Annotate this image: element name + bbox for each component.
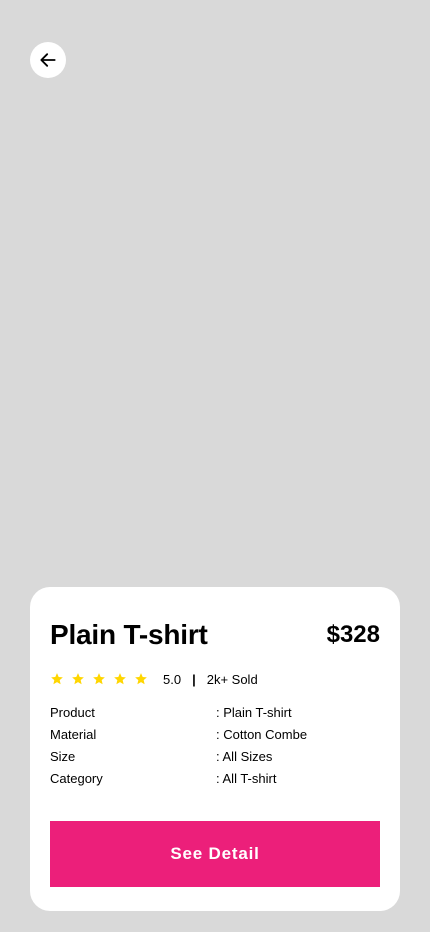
- detail-label: Product: [50, 704, 95, 720]
- detail-row-size: Size : All Sizes: [50, 745, 380, 767]
- rating-row: 5.0 | 2k+ Sold: [50, 669, 258, 689]
- product-price: $328: [326, 621, 380, 648]
- product-card: Plain T-shirt $328 5.0 | 2k+ Sold Produc…: [30, 587, 400, 911]
- detail-row-material: Material : Cotton Combe: [50, 723, 380, 745]
- star-icon: [134, 672, 148, 686]
- detail-label: Category: [50, 770, 103, 786]
- detail-label: Material: [50, 726, 97, 742]
- star-icon: [92, 672, 106, 686]
- detail-value: : Cotton Combe: [216, 726, 308, 742]
- product-details: Product : Plain T-shirt Material : Cotto…: [50, 701, 380, 789]
- see-detail-button[interactable]: See Detail: [50, 821, 380, 887]
- star-icon: [50, 672, 64, 686]
- detail-value: : Plain T-shirt: [216, 704, 292, 720]
- star-icon: [71, 672, 85, 686]
- arrow-left-icon: [38, 50, 58, 70]
- back-button[interactable]: [30, 42, 66, 78]
- rating-separator: |: [192, 671, 196, 687]
- detail-value: : All Sizes: [216, 748, 273, 764]
- detail-label: Size: [50, 748, 76, 764]
- title-row: Plain T-shirt $328: [50, 617, 380, 653]
- star-icon: [113, 672, 127, 686]
- detail-row-product: Product : Plain T-shirt: [50, 701, 380, 723]
- sold-count: 2k+ Sold: [206, 671, 258, 687]
- detail-row-category: Category : All T-shirt: [50, 767, 380, 789]
- detail-value: : All T-shirt: [216, 770, 277, 786]
- product-title: Plain T-shirt: [50, 619, 208, 650]
- star-rating: [50, 672, 155, 686]
- rating-value: 5.0: [163, 671, 182, 687]
- product-screen: Plain T-shirt $328 5.0 | 2k+ Sold Produc…: [0, 0, 430, 932]
